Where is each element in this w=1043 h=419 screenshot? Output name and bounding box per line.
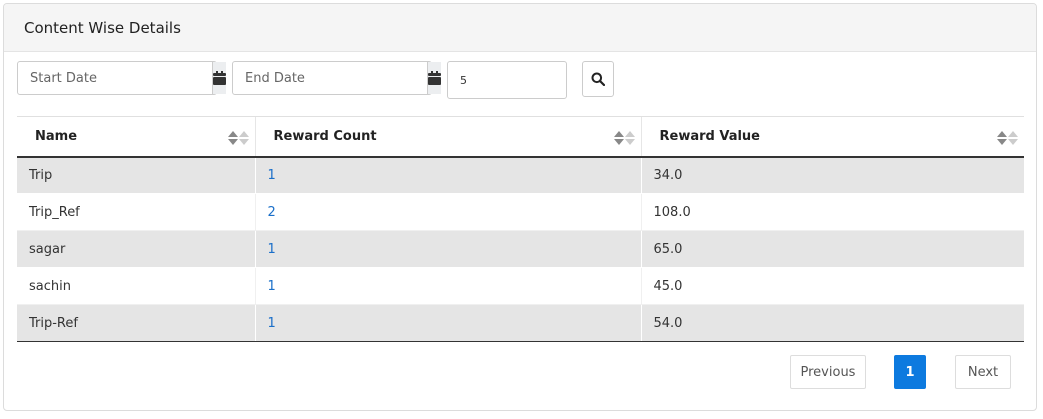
sort-icon[interactable] xyxy=(227,131,249,145)
cell-reward-value: 34.0 xyxy=(640,156,1024,194)
reward-count-link[interactable]: 1 xyxy=(268,316,276,331)
content-wise-details-card: Content Wise Details Start Date End Date… xyxy=(3,3,1037,411)
column-header-label: Name xyxy=(35,128,78,144)
table-header-row: Name Reward Count Reward Value xyxy=(17,116,1024,158)
cell-name: sachin xyxy=(17,267,255,305)
reward-count-link[interactable]: 1 xyxy=(268,279,276,294)
page-number-button[interactable]: 1 xyxy=(894,355,926,389)
cell-reward-value: 45.0 xyxy=(640,267,1024,305)
next-page-button[interactable]: Next xyxy=(955,355,1011,389)
cell-reward-count: 1 xyxy=(254,156,641,194)
content-table: Name Reward Count Reward Value Trip 1 34… xyxy=(17,116,1024,342)
count-input[interactable] xyxy=(447,61,567,99)
start-date-picker xyxy=(17,61,226,95)
cell-reward-value: 54.0 xyxy=(640,304,1024,342)
start-date-input[interactable] xyxy=(18,62,212,94)
table-row: Trip-Ref 1 54.0 xyxy=(17,304,1024,342)
column-header-name[interactable]: Name xyxy=(17,116,255,158)
table-row: sagar 1 65.0 xyxy=(17,230,1024,268)
card-title: Content Wise Details xyxy=(4,4,1036,52)
cell-reward-value: 65.0 xyxy=(640,230,1024,268)
end-date-input[interactable] xyxy=(233,62,427,94)
table-row: sachin 1 45.0 xyxy=(17,267,1024,305)
sort-icon[interactable] xyxy=(613,131,635,145)
cell-reward-count: 2 xyxy=(254,193,641,231)
table-row: Trip_Ref 2 108.0 xyxy=(17,193,1024,231)
search-icon xyxy=(591,72,605,86)
cell-name: sagar xyxy=(17,230,255,268)
column-header-label: Reward Count xyxy=(273,128,377,144)
start-date-calendar-button[interactable] xyxy=(212,62,226,94)
cell-reward-value: 108.0 xyxy=(640,193,1024,231)
column-header-label: Reward Value xyxy=(659,128,761,144)
cell-reward-count: 1 xyxy=(254,304,641,342)
search-button[interactable] xyxy=(582,61,614,97)
table-row: Trip 1 34.0 xyxy=(17,156,1024,194)
cell-reward-count: 1 xyxy=(254,230,641,268)
calendar-icon xyxy=(428,71,441,85)
previous-page-button[interactable]: Previous xyxy=(790,355,866,389)
reward-count-link[interactable]: 1 xyxy=(268,242,276,257)
reward-count-link[interactable]: 2 xyxy=(268,205,276,220)
cell-reward-count: 1 xyxy=(254,267,641,305)
end-date-picker xyxy=(232,61,441,95)
cell-name: Trip xyxy=(17,156,255,194)
column-header-reward-count[interactable]: Reward Count xyxy=(254,116,641,158)
reward-count-link[interactable]: 1 xyxy=(268,168,276,183)
cell-name: Trip_Ref xyxy=(17,193,255,231)
sort-icon[interactable] xyxy=(997,131,1018,145)
end-date-calendar-button[interactable] xyxy=(427,62,441,94)
column-header-reward-value[interactable]: Reward Value xyxy=(640,116,1024,158)
calendar-icon xyxy=(213,71,226,85)
cell-name: Trip-Ref xyxy=(17,304,255,342)
